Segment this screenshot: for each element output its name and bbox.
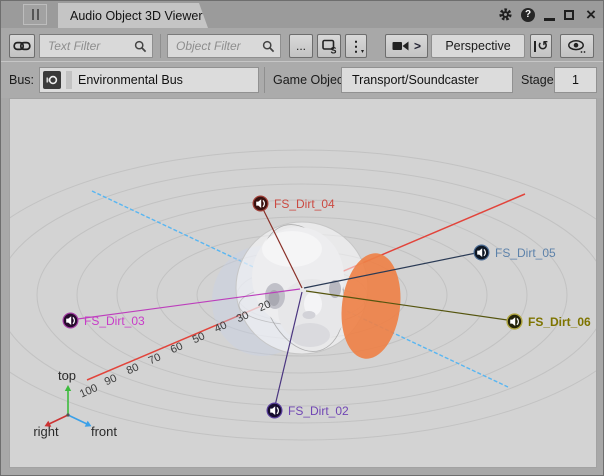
svg-text:S: S	[330, 45, 336, 55]
info-bar: Bus: Environmental Bus Game Object: Tran…	[1, 61, 603, 98]
object-filter-field	[167, 34, 281, 58]
object-label: FS_Dirt_06	[528, 315, 591, 329]
eye-icon	[567, 39, 587, 54]
speaker-icon	[473, 244, 490, 261]
stage-field[interactable]: 1	[554, 67, 597, 93]
bus-value: Environmental Bus	[78, 73, 183, 87]
audio-object-fs-dirt-05[interactable]: FS_Dirt_05	[473, 244, 556, 261]
view-mode-dropdown[interactable]: Perspective	[431, 34, 525, 58]
object-filter-input[interactable]	[174, 36, 258, 56]
text-filter-field	[39, 34, 153, 58]
axis-label-front: front	[91, 424, 117, 439]
link-button[interactable]	[9, 34, 35, 58]
svg-text:60: 60	[169, 340, 185, 356]
game-object-field[interactable]: Transport/Soundcaster	[341, 67, 513, 93]
object-label: FS_Dirt_04	[274, 197, 335, 211]
audio-object-fs-dirt-02[interactable]: FS_Dirt_02	[266, 402, 349, 419]
speaker-icon	[62, 312, 79, 329]
bus-color-bar	[66, 71, 72, 89]
speaker-icon	[506, 313, 523, 330]
bus-label: Bus:	[9, 73, 34, 87]
audio-object-3d-viewer-window: Audio Object 3D Viewer ? ×	[0, 0, 604, 476]
question-mark-icon: ?	[521, 8, 535, 22]
bus-icon	[43, 71, 61, 89]
bus-field[interactable]: Environmental Bus	[39, 67, 259, 93]
camera-button[interactable]: >	[385, 34, 428, 58]
stage-label: Stage:	[521, 73, 557, 87]
speaker-icon	[266, 402, 283, 419]
audio-object-fs-dirt-06[interactable]: FS_Dirt_06	[506, 313, 591, 330]
more-options-button[interactable]: ...	[289, 34, 313, 58]
axis-label-top: top	[58, 368, 76, 383]
reset-view-button[interactable]: ↺	[530, 34, 552, 58]
menu-button[interactable]: ⋮ ▾	[345, 34, 367, 58]
maximize-icon[interactable]	[562, 1, 576, 28]
object-label: FS_Dirt_05	[495, 246, 556, 260]
svg-text:50: 50	[191, 330, 207, 346]
search-icon	[134, 40, 147, 53]
tab-audio-object-3d-viewer[interactable]: Audio Object 3D Viewer	[58, 3, 208, 28]
toolbar: ... S ⋮ ▾ > Perspective ↺	[1, 28, 603, 61]
text-filter-input[interactable]	[46, 36, 130, 56]
speaker-icon	[252, 195, 269, 212]
object-label: FS_Dirt_03	[84, 314, 145, 328]
reset-bar-icon	[534, 41, 536, 52]
game-object-value: Transport/Soundcaster	[352, 73, 479, 87]
undo-arrow-icon: ↺	[538, 39, 549, 54]
object-label: FS_Dirt_02	[288, 404, 349, 418]
dropdown-arrow-icon: ▾	[361, 49, 364, 55]
toolbar-separator	[160, 34, 161, 58]
chain-link-icon	[13, 40, 31, 52]
stage-value: 1	[572, 73, 579, 87]
svg-text:100: 100	[78, 382, 100, 400]
search-icon	[262, 40, 275, 53]
soundcaster-icon: S	[321, 38, 338, 55]
audio-object-fs-dirt-04[interactable]: FS_Dirt_04	[252, 195, 335, 212]
camera-expander-arrow: >	[414, 39, 421, 53]
game-object-label: Game Object:	[273, 73, 350, 87]
title-bar: Audio Object 3D Viewer ? ×	[1, 1, 603, 29]
visibility-options-button[interactable]	[560, 34, 594, 58]
view-mode-value: Perspective	[445, 39, 510, 53]
show-soundcaster-objects-button[interactable]: S	[317, 34, 341, 58]
audio-object-fs-dirt-03[interactable]: FS_Dirt_03	[62, 312, 145, 329]
settings-gear-icon[interactable]	[497, 1, 513, 28]
tab-title: Audio Object 3D Viewer	[58, 9, 202, 23]
3d-viewport[interactable]: 20 30 40 50 60 70 80 90 100 t	[9, 98, 597, 468]
minimize-icon[interactable]	[542, 1, 556, 28]
panel-drag-handle[interactable]	[23, 4, 47, 25]
close-icon[interactable]: ×	[583, 1, 599, 28]
infobar-separator	[264, 67, 265, 93]
camera-icon	[392, 40, 409, 52]
help-icon[interactable]: ?	[520, 1, 536, 28]
ellipsis-label: ...	[296, 39, 306, 53]
axis-label-right: right	[33, 424, 59, 439]
